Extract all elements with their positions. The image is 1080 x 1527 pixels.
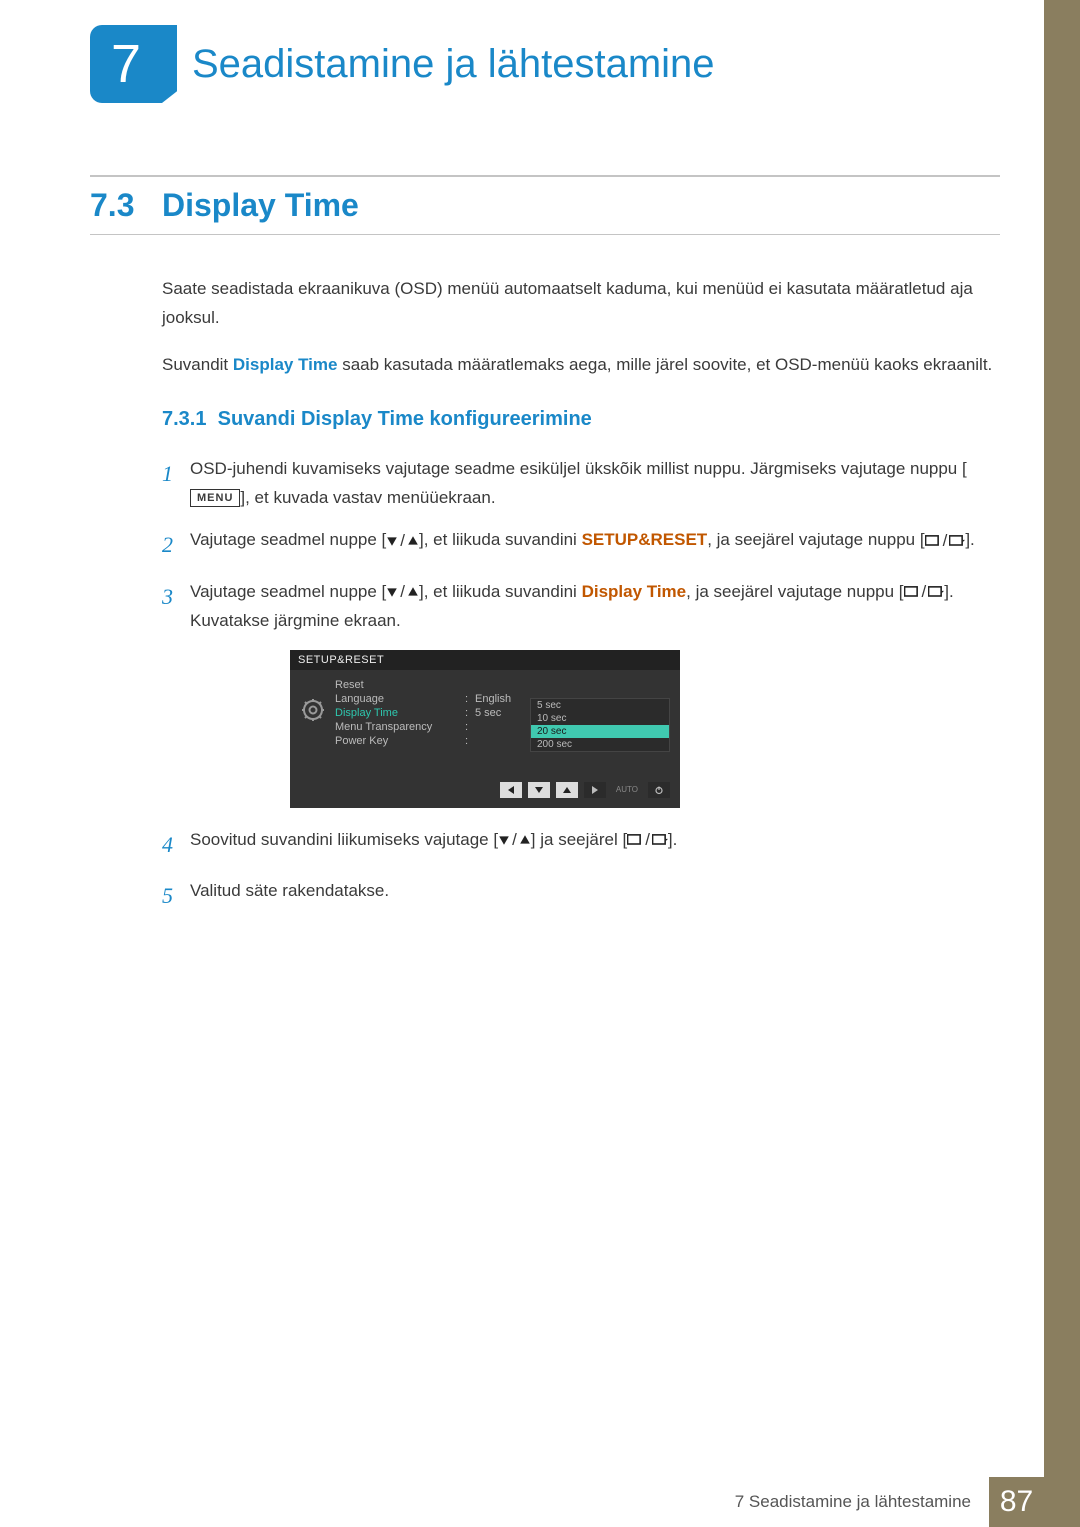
step3-post1: , ja seejärel vajutage nuppu [: [686, 582, 903, 601]
step-body: Vajutage seadmel nuppe [/], et liikuda s…: [190, 526, 1000, 563]
intro2-post: saab kasutada määratlemaks aega, mille j…: [337, 355, 992, 374]
intro2-pre: Suvandit: [162, 355, 233, 374]
down-up-icon: /: [386, 527, 419, 556]
step-number: 2: [162, 526, 190, 563]
osd-option: 200 sec: [531, 738, 669, 751]
chapter-title: Seadistamine ja lähtestamine: [192, 42, 715, 87]
osd-option: 5 sec: [531, 699, 669, 712]
step-body: OSD-juhendi kuvamiseks vajutage seadme e…: [190, 455, 1000, 513]
step-3: 3 Vajutage seadmel nuppe [/], et liikuda…: [162, 578, 1000, 636]
intro-paragraph-1: Saate seadistada ekraanikuva (OSD) menüü…: [162, 275, 1000, 333]
step-5: 5 Valitud säte rakendatakse.: [162, 877, 1000, 914]
nav-right-icon: [584, 782, 606, 798]
osd-label: Reset: [335, 679, 465, 691]
step-number: 5: [162, 877, 190, 914]
side-stripe: [1044, 0, 1080, 1527]
down-up-icon: /: [498, 826, 531, 855]
osd-title: SETUP&RESET: [290, 650, 680, 670]
osd-option-selected: 20 sec: [531, 725, 669, 738]
page-footer: 7 Seadistamine ja lähtestamine 87: [0, 1477, 1044, 1527]
footer-chapter-num: 7: [735, 1492, 744, 1512]
section-heading: 7.3Display Time: [90, 175, 1000, 235]
step-4: 4 Soovitud suvandini liikumiseks vajutag…: [162, 826, 1000, 863]
step4-post: ].: [668, 830, 677, 849]
osd-screenshot: SETUP&RESET: [290, 650, 680, 808]
steps-list-continued: 4 Soovitud suvandini liikumiseks vajutag…: [162, 826, 1000, 915]
subsection-heading: 7.3.1 Suvandi Display Time konfigureerim…: [162, 408, 1000, 431]
steps-list: 1 OSD-juhendi kuvamiseks vajutage seadme…: [162, 455, 1000, 636]
step-body: Valitud säte rakendatakse.: [190, 877, 1000, 914]
section-title: Display Time: [162, 187, 359, 223]
step1-post: ], et kuvada vastav menüüekraan.: [240, 488, 495, 507]
down-up-icon: /: [386, 578, 419, 607]
footer-breadcrumb: 7 Seadistamine ja lähtestamine: [735, 1477, 989, 1527]
step2-pre: Vajutage seadmel nuppe [: [190, 530, 386, 549]
osd-sep: :: [465, 735, 475, 747]
osd-label: Display Time: [335, 707, 465, 719]
step2-post1: , ja seejärel vajutage nuppu [: [707, 530, 924, 549]
step2-post2: ].: [965, 530, 974, 549]
gear-icon: [301, 698, 325, 722]
osd-row-reset: Reset: [335, 678, 670, 692]
osd-panel: SETUP&RESET: [290, 650, 680, 808]
page-content: 7.3Display Time Saate seadistada ekraani…: [90, 175, 1000, 928]
step4-pre: Soovitud suvandini liikumiseks vajutage …: [190, 830, 498, 849]
step2-mid: ], et liikuda suvandini: [419, 530, 582, 549]
page-number: 87: [989, 1477, 1044, 1527]
subsection-title: Suvandi Display Time konfigureerimine: [218, 408, 592, 430]
osd-sep: :: [465, 707, 475, 719]
step-2: 2 Vajutage seadmel nuppe [/], et liikuda…: [162, 526, 1000, 563]
step1-pre: OSD-juhendi kuvamiseks vajutage seadme e…: [190, 459, 967, 478]
footer-chapter-title: Seadistamine ja lähtestamine: [749, 1492, 971, 1512]
step-body: Soovitud suvandini liikumiseks vajutage …: [190, 826, 1000, 863]
step3-strong: Display Time: [582, 582, 687, 601]
chapter-header: 7 Seadistamine ja lähtestamine: [90, 25, 715, 103]
step-1: 1 OSD-juhendi kuvamiseks vajutage seadme…: [162, 455, 1000, 513]
step-number: 3: [162, 578, 190, 636]
power-icon: [648, 782, 670, 798]
intro2-strong: Display Time: [233, 355, 338, 374]
step3-pre: Vajutage seadmel nuppe [: [190, 582, 386, 601]
subsection-number: 7.3.1: [162, 408, 206, 430]
osd-icon-column: [290, 670, 335, 750]
source-enter-icon: /: [904, 578, 945, 607]
osd-nav-bar: AUTO: [290, 778, 680, 800]
osd-sep: :: [465, 721, 475, 733]
chapter-number-badge: 7: [90, 25, 162, 103]
osd-dropdown: 5 sec 10 sec 20 sec 200 sec: [530, 698, 670, 752]
intro-paragraph-2: Suvandit Display Time saab kasutada määr…: [162, 351, 1000, 380]
osd-sep: :: [465, 693, 475, 705]
source-enter-icon: /: [925, 527, 966, 556]
osd-label: Power Key: [335, 735, 465, 747]
section-intro: Saate seadistada ekraanikuva (OSD) menüü…: [162, 275, 1000, 380]
nav-up-icon: [556, 782, 578, 798]
step2-strong: SETUP&RESET: [582, 530, 708, 549]
nav-auto-label: AUTO: [612, 782, 642, 798]
step-body: Vajutage seadmel nuppe [/], et liikuda s…: [190, 578, 1000, 636]
step3-mid: ], et liikuda suvandini: [419, 582, 582, 601]
osd-label: Language: [335, 693, 465, 705]
source-enter-icon: /: [627, 826, 668, 855]
step-number: 1: [162, 455, 190, 513]
step-number: 4: [162, 826, 190, 863]
section-number: 7.3: [90, 187, 162, 224]
step4-mid: ] ja seejärel [: [531, 830, 627, 849]
osd-label: Menu Transparency: [335, 721, 465, 733]
nav-down-icon: [528, 782, 550, 798]
nav-left-icon: [500, 782, 522, 798]
osd-option: 10 sec: [531, 712, 669, 725]
menu-button-label: MENU: [190, 489, 240, 507]
